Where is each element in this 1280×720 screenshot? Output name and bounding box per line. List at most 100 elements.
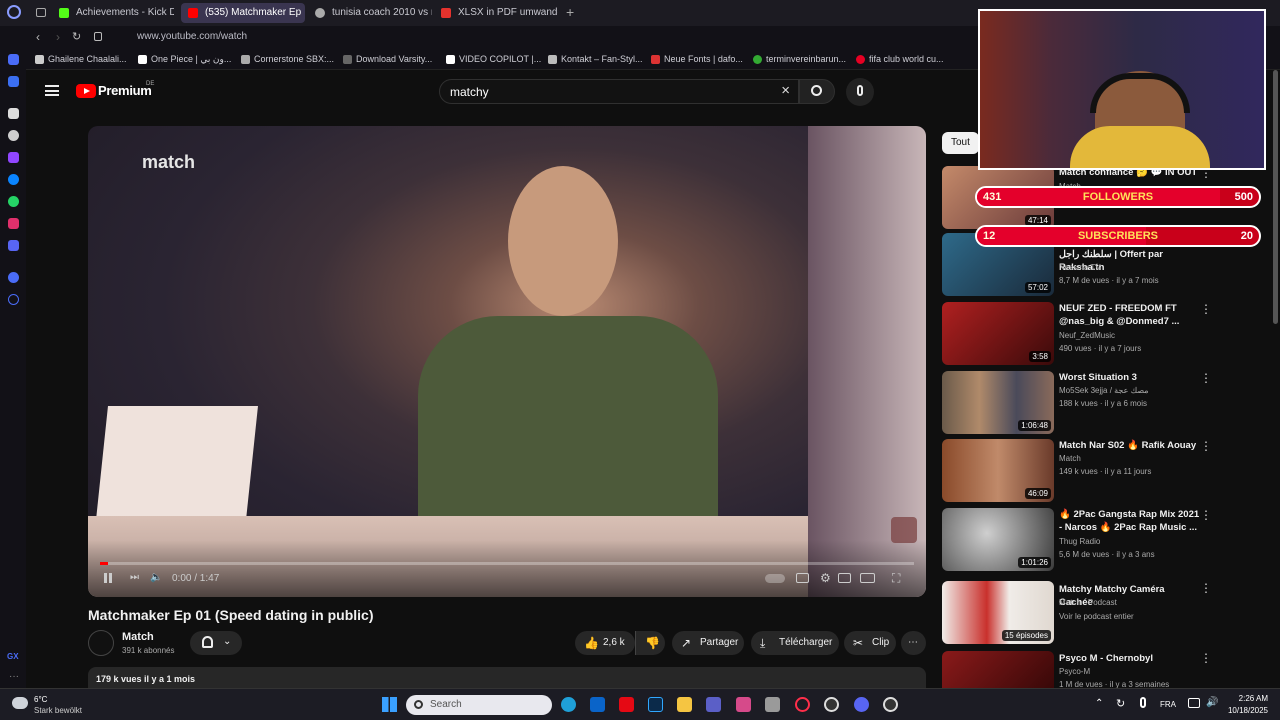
miniplayer-icon[interactable] [838,573,851,583]
teams-icon[interactable] [706,697,721,712]
bookmark-item[interactable]: One Piece | ون بي... [138,54,231,65]
clip-button[interactable]: ✂ Clip [844,631,896,655]
recommendation-title[interactable]: Worst Situation 3 [1059,371,1201,384]
bookmark-item[interactable]: Neue Fonts | dafo... [651,54,743,64]
weather-temperature[interactable]: 6°C [34,695,47,704]
reload-icon[interactable]: ↻ [72,30,81,43]
bookmark-item[interactable]: terminvereinbarun... [753,54,846,64]
more-vertical-icon[interactable]: ⋮ [1200,651,1212,665]
channel-name[interactable]: Match [122,631,154,643]
bookmark-item[interactable]: Ghailene Chaalali... [35,54,127,64]
url-field[interactable]: www.youtube.com/watch [137,31,247,42]
pause-icon[interactable] [104,573,112,583]
channel-avatar[interactable] [88,630,114,656]
whatsapp-icon[interactable] [8,196,19,207]
clock-date[interactable]: 10/18/2025 [1210,706,1268,715]
recommendation-channel[interactable]: Match [1059,454,1081,463]
opera-logo-icon[interactable] [7,5,21,19]
forward-icon[interactable]: › [56,30,60,44]
more-icon[interactable]: ··· [9,671,19,682]
bookmark-item[interactable]: VIDEO COPILOT |... [446,54,541,64]
search-button[interactable] [799,79,835,104]
download-button[interactable]: ⤓ Télécharger [751,631,839,655]
back-icon[interactable]: ‹ [36,30,40,44]
volume-icon[interactable]: 🔈 [150,572,162,583]
recommendation-item[interactable]: 1:06:48 Worst Situation 3 Mo5Sek 3ejja /… [942,371,1232,435]
tab-overview-icon[interactable] [36,8,46,17]
paint-icon[interactable] [736,697,751,712]
video-player[interactable] [88,126,926,597]
twitch-icon[interactable] [8,152,19,163]
fullscreen-icon[interactable]: ⛶ [892,571,900,586]
netflix-icon[interactable] [619,697,634,712]
facebook-messenger-icon[interactable] [8,174,19,185]
tab-xlsx-pdf[interactable]: XLSX in PDF umwandeln [434,3,558,23]
voice-search-button[interactable] [846,78,874,106]
recommendation-channel[interactable]: Psyco-M [1059,667,1090,676]
photoshop-icon[interactable] [648,697,663,712]
bookmark-item[interactable]: fifa club world cu... [856,54,944,64]
files-icon[interactable] [765,697,780,712]
video-thumbnail[interactable]: 46:09 [942,439,1054,502]
network-icon[interactable] [1188,698,1200,708]
hamburger-menu-icon[interactable] [45,85,59,96]
edge-icon[interactable] [561,697,576,712]
taskbar-search[interactable]: Search [406,695,552,715]
recommendation-channel[interactable]: Nessma TV [1059,263,1101,272]
more-vertical-icon[interactable]: ⋮ [1200,302,1212,316]
bookmark-item[interactable]: Download Varsity... [343,54,432,64]
bookmark-item[interactable]: Kontakt – Fan-Styl... [548,54,643,64]
podcast-link[interactable]: Voir le podcast entier [1059,612,1134,621]
autoplay-toggle[interactable] [765,574,785,583]
more-vertical-icon[interactable]: ⋮ [1200,439,1212,453]
recommendation-channel[interactable]: Mo5Sek 3ejja / مصك عجة [1059,386,1149,395]
video-thumbnail[interactable]: 1:01:26 [942,508,1054,571]
recommendation-item[interactable]: 1:01:26 🔥 2Pac Gangsta Rap Mix 2021 - Na… [942,508,1232,572]
start-icon[interactable] [382,697,397,712]
opera-gx-icon[interactable] [795,697,810,712]
instagram-icon[interactable] [8,218,19,229]
more-vertical-icon[interactable]: ⋮ [1200,581,1212,595]
more-actions-button[interactable]: ⋯ [901,631,926,655]
recommendation-item[interactable]: 15 épisodes Matchy Matchy Caméra Cachée … [942,581,1232,645]
recommendation-item[interactable]: 46:09 Match Nar S02 🔥 Rafik Aouay Match … [942,439,1232,503]
recommendation-item[interactable]: Psyco M - Chernobyl Psyco-M 1 M de vues … [942,651,1232,688]
tab-youtube[interactable]: (535) Matchmaker Ep [181,3,305,23]
tab-kick[interactable]: Achievements - Kick Dash [52,3,174,23]
keyboard-language[interactable]: FRA [1160,700,1176,709]
outlook-icon[interactable] [590,697,605,712]
recommendation-item[interactable]: 3:58 NEUF ZED - FREEDOM FT @nas_big & @D… [942,302,1232,366]
obs-icon[interactable] [824,697,839,712]
recommendation-title[interactable]: NEUF ZED - FREEDOM FT @nas_big & @Donmed… [1059,302,1201,328]
settings-icon[interactable]: ⚙ [820,571,831,585]
more-vertical-icon[interactable]: ⋮ [1200,508,1212,522]
microphone-icon[interactable] [1140,697,1146,708]
next-icon[interactable]: ⏭ [130,572,139,583]
recommendation-channel[interactable]: Thug Radio [1059,537,1100,546]
more-vertical-icon[interactable]: ⋮ [1200,371,1212,385]
weather-description[interactable]: Stark bewölkt [34,706,82,715]
like-button[interactable]: 👍 2,6 k [575,631,635,655]
messenger-icon[interactable] [8,76,19,87]
video-thumbnail[interactable]: 3:58 [942,302,1054,365]
file-explorer-icon[interactable] [677,697,692,712]
ai-icon[interactable] [8,108,19,119]
recommendation-title[interactable]: Psyco M - Chernobyl [1059,652,1201,665]
podcast-thumbnail[interactable]: 15 épisodes [942,581,1054,644]
discord-icon[interactable] [8,240,19,251]
clock-time[interactable]: 2:26 AM [1228,694,1268,703]
history-icon[interactable] [8,294,19,305]
description-box[interactable]: 179 k vues il y a 1 mois [88,667,926,689]
recommendation-channel[interactable]: Match · Podcast [1059,598,1117,607]
recommendation-title[interactable]: Match Nar S02 🔥 Rafik Aouay [1059,439,1201,452]
scrollbar[interactable] [1273,70,1278,324]
weather-icon[interactable] [12,697,28,709]
search-input[interactable]: matchy × [439,79,799,104]
share-button[interactable]: ↗ Partager [672,631,744,655]
video-thumbnail[interactable] [942,651,1054,688]
chatgpt-icon[interactable] [8,130,19,141]
theater-mode-icon[interactable] [860,573,875,583]
chevron-up-icon[interactable]: ⌃ [1095,698,1103,709]
close-icon[interactable]: × [781,82,790,99]
media-player-icon[interactable] [883,697,898,712]
